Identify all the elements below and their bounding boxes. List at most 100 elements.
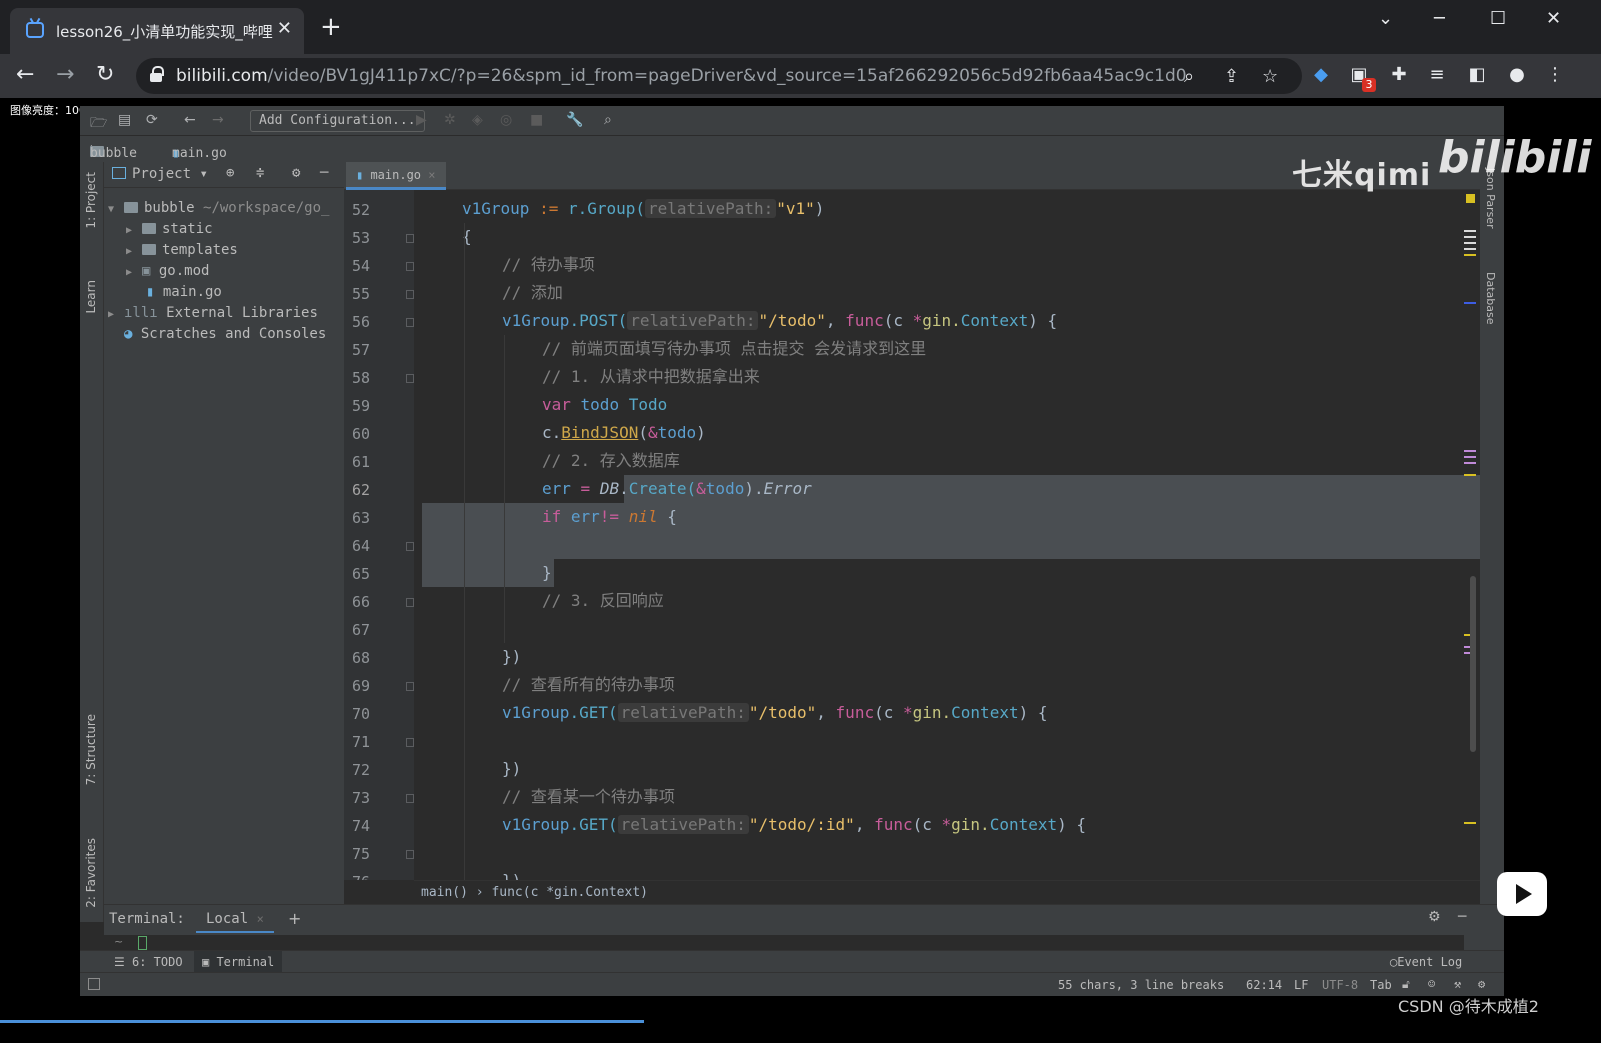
forward-button[interactable]: →: [56, 62, 74, 87]
nav-forward-icon[interactable]: →: [212, 112, 224, 128]
code-editor[interactable]: v1Group := r.Group(relativePath: "v1") { …: [414, 190, 1480, 880]
fold-marker-icon[interactable]: [406, 794, 414, 803]
project-tool-button[interactable]: 1: Project: [84, 172, 98, 229]
lock-icon[interactable]: 🔓︎: [1402, 977, 1410, 992]
fold-marker-icon[interactable]: [406, 318, 414, 327]
favorites-tool-button[interactable]: 2: Favorites: [84, 838, 98, 908]
collapse-all-icon[interactable]: ≑: [256, 165, 264, 181]
zoom-icon[interactable]: ⌕: [1184, 66, 1194, 87]
extension-shield-icon[interactable]: ◆: [1310, 64, 1332, 86]
settings-gear-icon[interactable]: ⚙: [292, 165, 300, 181]
tree-scratches[interactable]: ◕ Scratches and Consoles: [124, 326, 326, 342]
hide-panel-icon[interactable]: ─: [320, 165, 328, 181]
menu-kebab-icon[interactable]: ⋮: [1544, 64, 1566, 86]
code-line-72: }): [502, 759, 522, 778]
nav-project[interactable]: bubble 〉: [90, 141, 137, 161]
ide-toolbar: 🗁 ▤ ⟳ ← → Add Configuration... ▶ ✲ ◈ ◎ ■…: [80, 106, 1504, 136]
structure-tool-button[interactable]: 7: Structure: [84, 714, 98, 785]
profile-icon[interactable]: ◎: [500, 112, 512, 128]
open-folder-icon[interactable]: 🗁: [90, 112, 107, 136]
learn-tool-button[interactable]: Learn: [84, 280, 98, 314]
tab-search-chevron-icon[interactable]: ⌄: [1378, 8, 1393, 29]
video-progress-bar[interactable]: [0, 1020, 644, 1023]
side-panel-icon[interactable]: ◧: [1466, 64, 1488, 86]
line-number: 68: [351, 649, 370, 667]
fold-marker-icon[interactable]: [406, 262, 414, 271]
tab-close-icon[interactable]: ✕: [277, 18, 292, 39]
code-breadcrumb[interactable]: main() › func(c *gin.Context): [414, 880, 1480, 904]
sync-icon[interactable]: ⟳: [146, 112, 158, 128]
close-tab-icon[interactable]: ×: [428, 168, 435, 182]
fold-marker-icon[interactable]: [406, 738, 414, 747]
browser-tab[interactable]: lesson26_小清单功能实现_哔哩 ✕: [10, 8, 304, 54]
terminal-tool-button[interactable]: ▣ Terminal: [194, 951, 283, 973]
collapse-arrow-icon: ▶: [126, 225, 133, 236]
debug-icon[interactable]: ✲: [444, 112, 456, 128]
locate-icon[interactable]: ⊕: [226, 165, 234, 181]
close-tab-icon[interactable]: ×: [257, 912, 264, 926]
fold-marker-icon[interactable]: [406, 598, 414, 607]
profile-avatar-icon[interactable]: ●: [1506, 64, 1528, 86]
collapse-arrow-icon: ▶: [126, 267, 133, 278]
reading-list-icon[interactable]: ≡: [1426, 64, 1448, 86]
tree-root[interactable]: ▼ bubble ~/workspace/go_: [108, 200, 329, 216]
bilibili-play-icon[interactable]: [1497, 872, 1547, 916]
notifications-icon[interactable]: ⚙: [1478, 977, 1485, 991]
tree-item-maingo[interactable]: ▮ main.go: [146, 284, 222, 300]
extensions-puzzle-icon[interactable]: ✚: [1388, 64, 1410, 86]
terminal-output[interactable]: ~: [104, 935, 1464, 951]
project-view-selector[interactable]: Project ▾: [132, 166, 208, 182]
save-icon[interactable]: ▤: [118, 112, 131, 128]
back-button[interactable]: ←: [16, 62, 34, 87]
minimize-window-button[interactable]: ─: [1434, 8, 1445, 29]
code-line-62: err = DB.Create(&todo).Error: [542, 479, 812, 498]
status-bar: 55 chars, 3 line breaks 62:14 LF UTF-8 T…: [80, 972, 1504, 996]
editor-scrollbar[interactable]: [1470, 576, 1476, 752]
fold-marker-icon[interactable]: [406, 290, 414, 299]
new-terminal-button[interactable]: +: [288, 909, 301, 928]
stop-icon[interactable]: ■: [530, 112, 543, 128]
share-icon[interactable]: ⇪: [1224, 66, 1239, 87]
caret-position[interactable]: 62:14: [1246, 978, 1282, 992]
file-encoding[interactable]: UTF-8: [1322, 978, 1358, 992]
fold-marker-icon[interactable]: [406, 850, 414, 859]
wrench-icon[interactable]: ⚒: [1454, 977, 1461, 991]
run-icon[interactable]: ▶: [416, 112, 427, 128]
terminal-tab-local[interactable]: Local ×: [196, 907, 274, 933]
add-configuration-button[interactable]: Add Configuration...: [250, 110, 425, 132]
terminal-settings-gear-icon[interactable]: ⚙: [1428, 909, 1441, 925]
warning-indicator-icon[interactable]: [1466, 194, 1475, 203]
line-number: 62: [351, 481, 370, 499]
bookmark-star-icon[interactable]: ☆: [1262, 66, 1278, 87]
inspector-icon[interactable]: ☺: [1428, 977, 1435, 991]
todo-tool-button[interactable]: ☰ 6: TODO: [114, 955, 183, 969]
hide-terminal-icon[interactable]: ─: [1458, 909, 1466, 925]
fold-marker-icon[interactable]: [406, 542, 414, 551]
search-icon[interactable]: ⌕: [604, 112, 612, 128]
wrench-icon[interactable]: 🔧: [566, 112, 583, 128]
maximize-window-button[interactable]: ☐: [1490, 8, 1506, 29]
address-bar[interactable]: bilibili.com/video/BV1gJ411p7xC/?p=26&sp…: [136, 58, 1302, 94]
tree-item-static[interactable]: ▶ static: [126, 221, 213, 237]
toggle-tool-windows-icon[interactable]: [88, 978, 100, 990]
nav-back-icon[interactable]: ←: [184, 112, 196, 128]
fold-marker-icon[interactable]: [406, 374, 414, 383]
indent-setting[interactable]: Tab: [1370, 978, 1392, 992]
new-tab-button[interactable]: +: [320, 14, 342, 40]
close-window-button[interactable]: ✕: [1546, 8, 1561, 29]
tree-external-libraries[interactable]: ▶ ıllı External Libraries: [108, 305, 318, 321]
line-number: 70: [351, 705, 370, 723]
event-log-button[interactable]: ◯Event Log: [1390, 955, 1462, 969]
csdn-watermark: CSDN @待木成植2: [1398, 997, 1539, 1016]
editor-tab-maingo[interactable]: ▮ main.go ×: [346, 162, 446, 190]
fold-marker-icon[interactable]: [406, 682, 414, 691]
fold-marker-icon[interactable]: [406, 234, 414, 243]
reload-button[interactable]: ↻: [96, 62, 114, 87]
line-separator[interactable]: LF: [1294, 978, 1308, 992]
coverage-icon[interactable]: ◈: [472, 112, 483, 128]
scroll-mark: [1464, 302, 1476, 304]
lock-icon[interactable]: [150, 66, 164, 82]
database-tool-button[interactable]: Database: [1484, 272, 1497, 325]
tree-item-gomod[interactable]: ▶ ▣ go.mod: [126, 263, 209, 279]
tree-item-templates[interactable]: ▶ templates: [126, 242, 238, 258]
